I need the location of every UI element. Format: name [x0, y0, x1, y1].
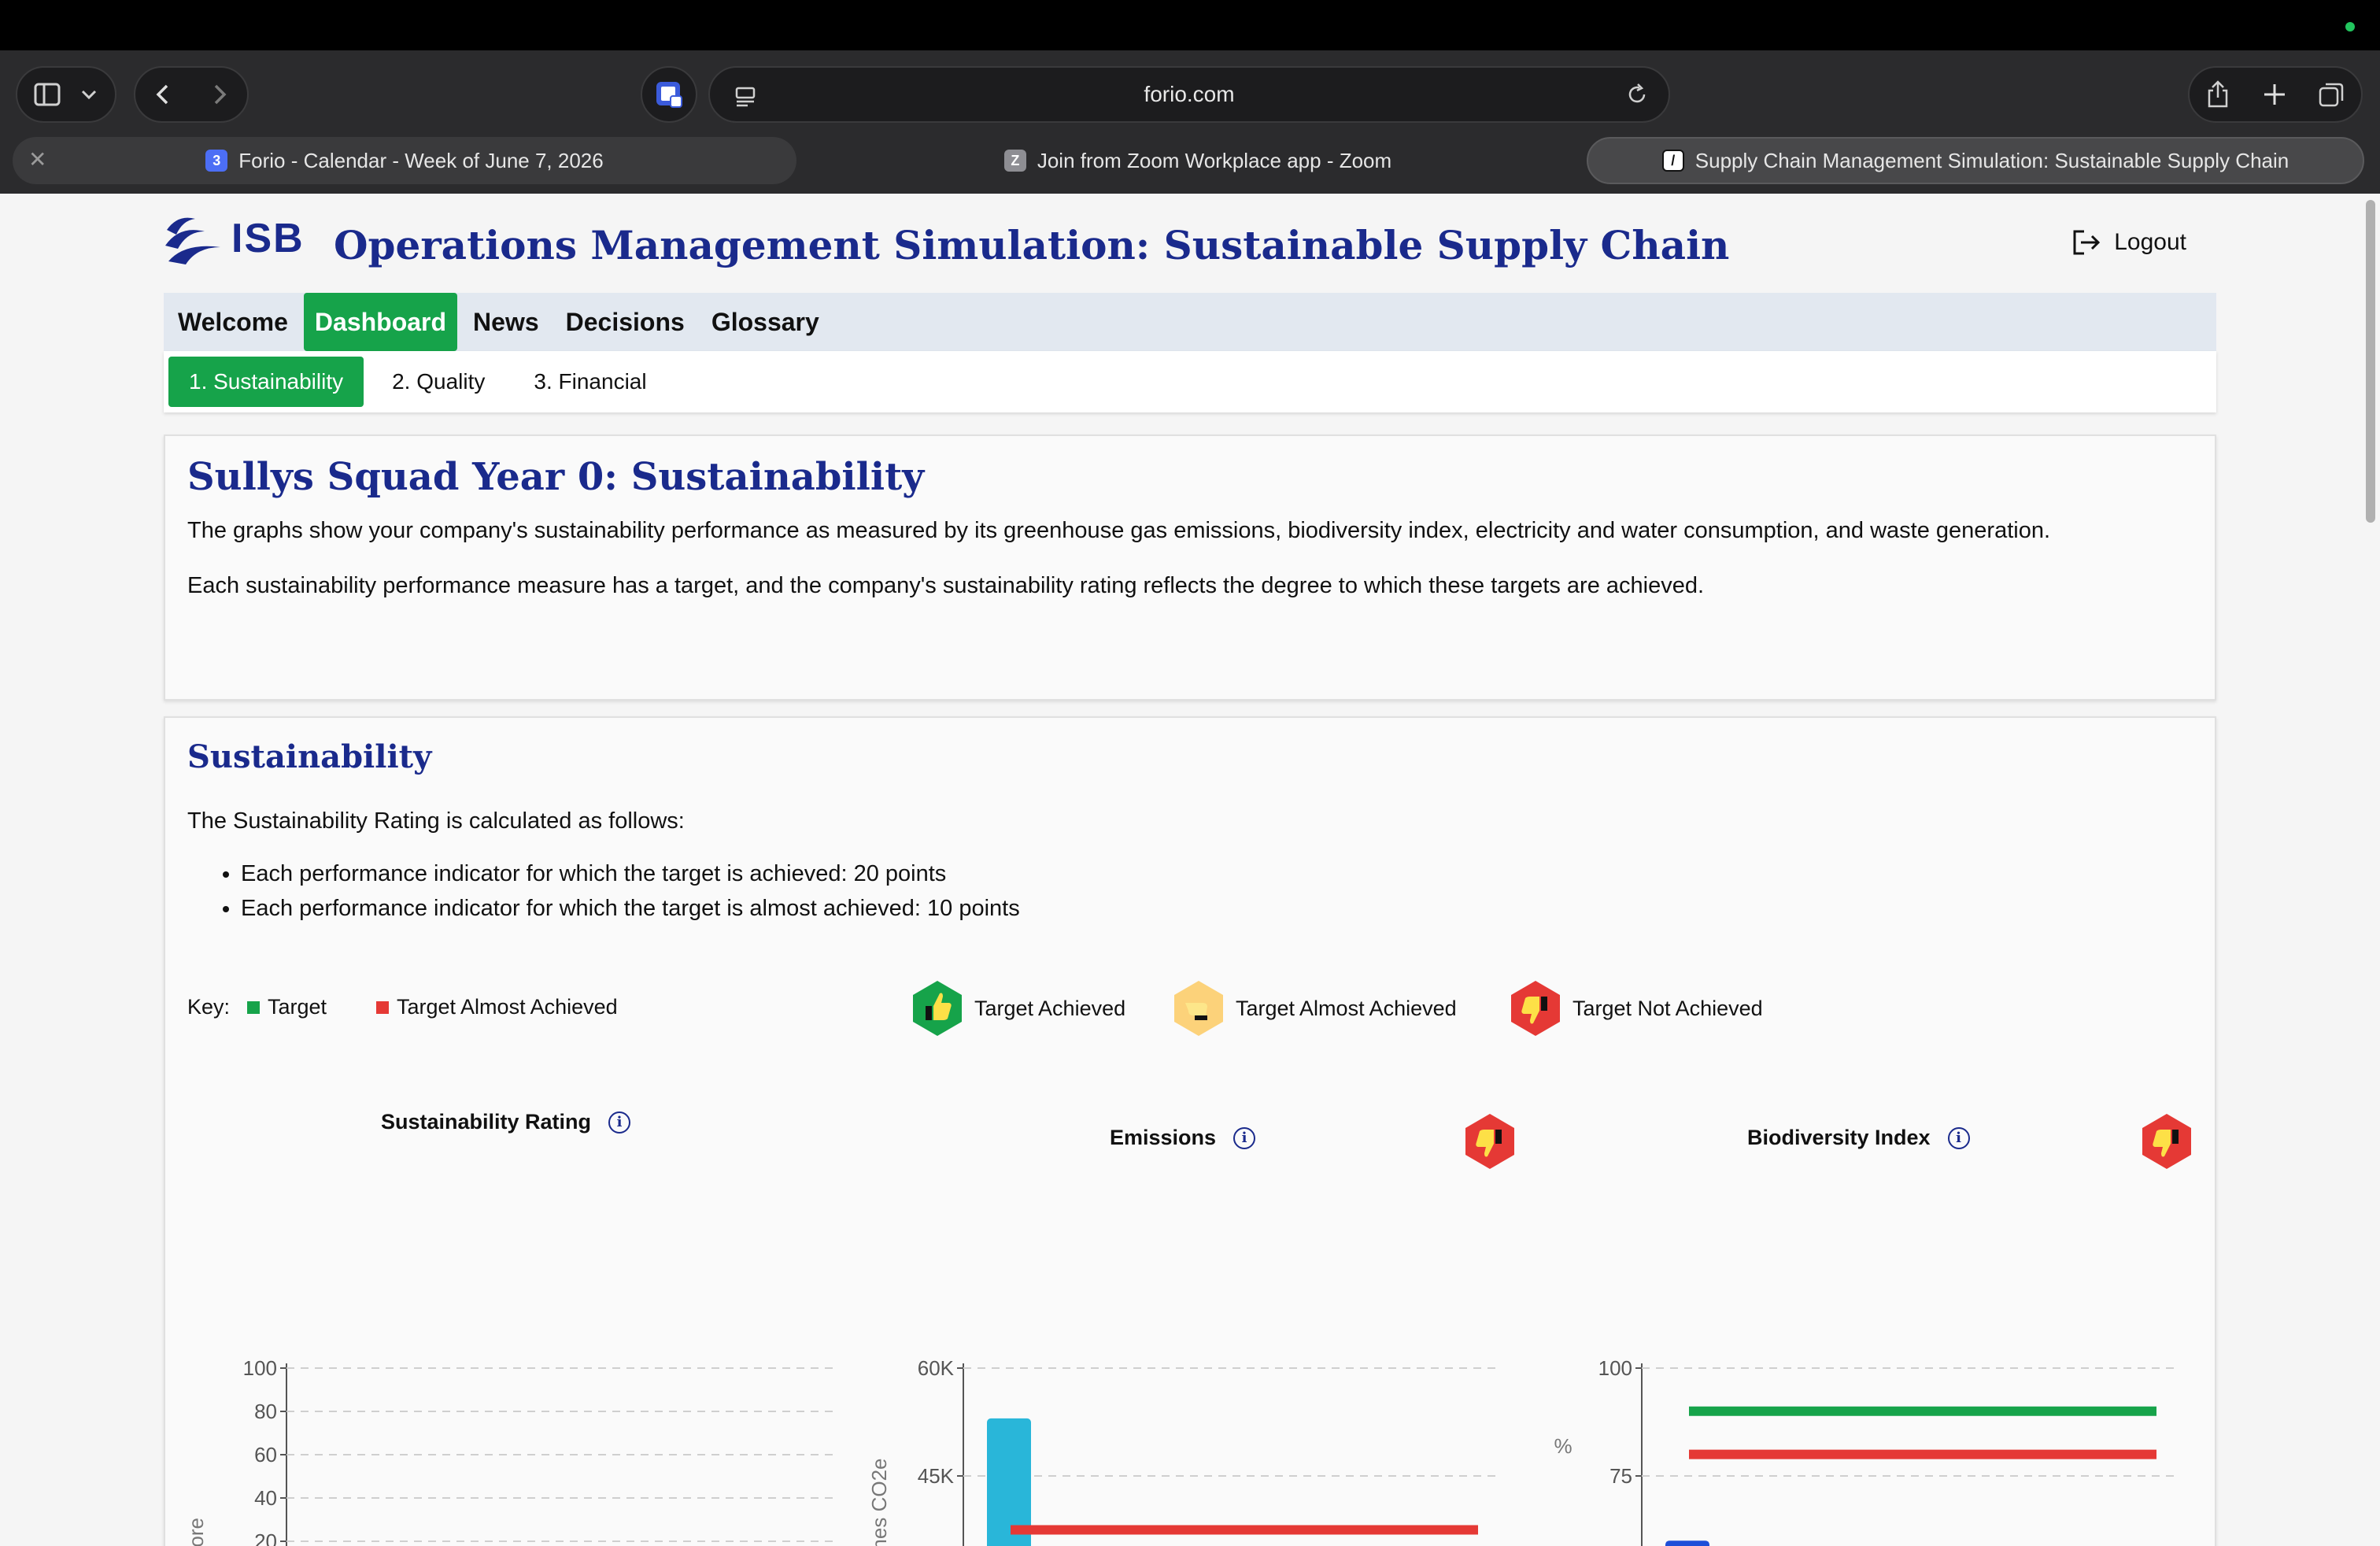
y-tick-label: 80: [254, 1400, 277, 1423]
lock-shield-icon: [656, 82, 682, 108]
nav-news[interactable]: News: [462, 293, 550, 351]
nav-welcome[interactable]: Welcome: [167, 293, 299, 351]
y-axis-label: Score: [184, 1518, 208, 1546]
biodiversity-bar: [1665, 1540, 1709, 1546]
back-icon[interactable]: [152, 83, 176, 106]
tab-supply-chain[interactable]: / Supply Chain Management Simulation: Su…: [1587, 137, 2364, 184]
browser-toolbar: forio.com: [0, 50, 2380, 135]
history-nav: [134, 66, 249, 123]
tab-calendar[interactable]: 3 Forio - Calendar - Week of June 7, 202…: [13, 137, 796, 184]
nav-decisions[interactable]: Decisions: [555, 293, 696, 351]
nav-dashboard[interactable]: Dashboard: [303, 293, 458, 351]
address-bar[interactable]: forio.com: [708, 66, 1670, 123]
forio-icon: /: [1661, 150, 1684, 172]
tab-bar: 3 Forio - Calendar - Week of June 7, 202…: [0, 135, 2380, 194]
page-title: Sullys Squad Year 0: Sustainability: [187, 455, 925, 499]
subnav-financial[interactable]: 3. Financial: [513, 357, 667, 407]
intro-paragraph: The graphs show your company's sustainab…: [187, 518, 2051, 543]
tab-title: Join from Zoom Workplace app - Zoom: [1037, 148, 1392, 172]
url-text: forio.com: [1144, 82, 1235, 106]
intro-card: Sullys Squad Year 0: Sustainability The …: [164, 435, 2216, 701]
logo-text: ISB: [231, 216, 305, 261]
password-extension-button[interactable]: [641, 66, 697, 123]
new-tab-icon[interactable]: [2262, 82, 2287, 107]
tab-title: Supply Chain Management Simulation: Sust…: [1694, 148, 2289, 172]
window-actions: [2188, 66, 2363, 123]
reader-mode-icon[interactable]: [734, 83, 759, 109]
tab-overview-icon[interactable]: [2318, 80, 2346, 109]
y-tick-label: 100: [1598, 1356, 1632, 1380]
chevron-down-icon: [81, 90, 97, 100]
logout-button[interactable]: Logout: [2071, 228, 2186, 257]
y-tick-label: 60K: [918, 1356, 955, 1380]
close-tab-icon[interactable]: ✕: [28, 146, 46, 172]
y-tick-label: 45K: [918, 1464, 955, 1488]
page-content: ISB Operations Management Simulation: Su…: [0, 194, 2380, 1546]
camera-indicator-icon: [2345, 22, 2355, 31]
app-title: Operations Management Simulation: Sustai…: [334, 222, 1730, 268]
y-tick-label: 60: [254, 1443, 277, 1466]
subnav-quality[interactable]: 2. Quality: [371, 357, 505, 407]
isb-wave-logo-icon: [165, 217, 220, 264]
nav-glossary[interactable]: Glossary: [700, 293, 830, 351]
system-top-bar: [0, 0, 2380, 50]
y-tick-label: 40: [254, 1486, 277, 1510]
share-icon[interactable]: [2204, 80, 2231, 109]
sidebar-toggle-button[interactable]: [16, 66, 116, 123]
app-header: ISB Operations Management Simulation: Su…: [164, 211, 2216, 274]
zoom-icon: Z: [1003, 150, 1026, 172]
isb-logo: ISB: [164, 211, 305, 266]
y-axis-label: %: [1554, 1434, 1572, 1458]
sidebar-icon: [34, 83, 61, 106]
dashboard-subnav: 1. Sustainability 2. Quality 3. Financia…: [164, 351, 2216, 412]
subnav-sustainability[interactable]: 1. Sustainability: [168, 357, 364, 407]
intro-paragraph: Each sustainability performance measure …: [187, 573, 1705, 598]
y-axis-label: Tonnes CO2e: [867, 1459, 891, 1546]
logout-label: Logout: [2114, 229, 2186, 255]
tab-title: Forio - Calendar - Week of June 7, 2026: [238, 148, 604, 172]
y-tick-label: 100: [243, 1356, 277, 1380]
y-tick-label: 20: [254, 1529, 277, 1546]
logout-icon: [2073, 230, 2101, 255]
scrollbar[interactable]: [2366, 200, 2375, 523]
forward-icon[interactable]: [207, 83, 231, 106]
y-tick-label: 75: [1609, 1464, 1632, 1488]
main-nav: Welcome Dashboard News Decisions Glossar…: [164, 293, 2216, 351]
charts-svg: 10080604020Score60K45K30KTonnes CO2e1007…: [184, 1356, 2180, 1546]
tab-zoom[interactable]: Z Join from Zoom Workplace app - Zoom: [806, 137, 1590, 184]
calendar-icon: 3: [205, 150, 228, 172]
reload-icon[interactable]: [1624, 82, 1650, 107]
sustainability-card: Sustainability The Sustainability Rating…: [164, 716, 2216, 1546]
